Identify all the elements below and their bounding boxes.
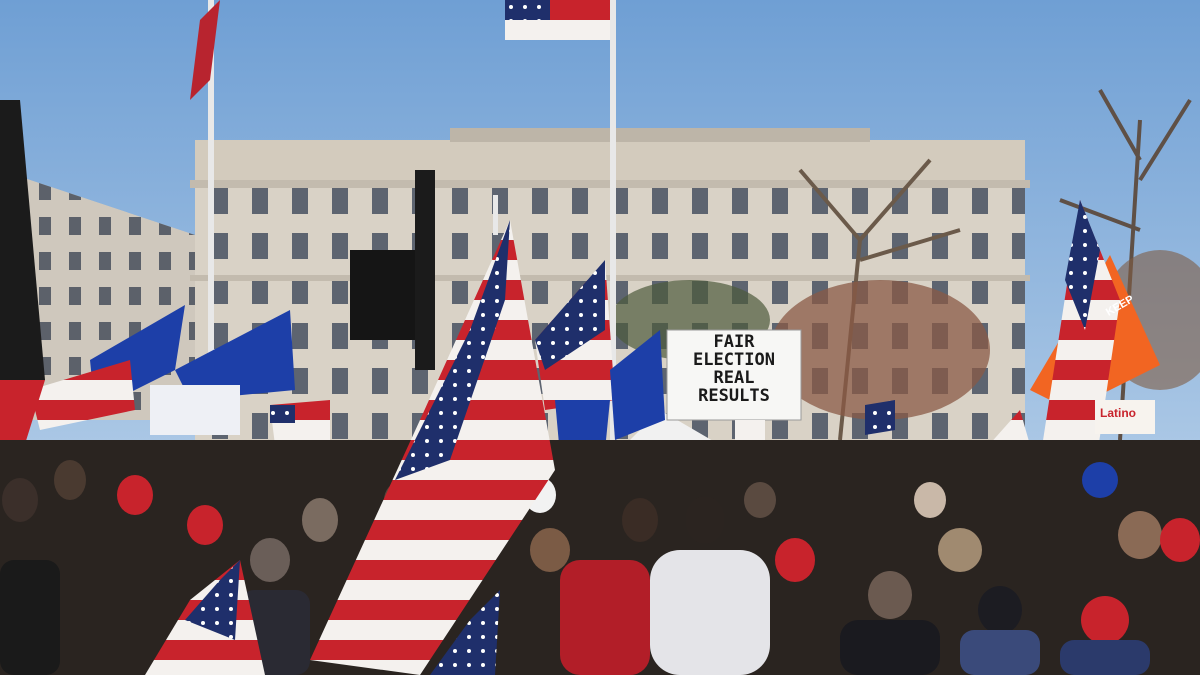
sign-line-3: REAL <box>713 367 755 388</box>
rally-photo: FAIR ELECTION REAL RESULTS Latino KEEP <box>0 0 1200 675</box>
rally-scene-illustration <box>0 0 1200 675</box>
sign-line-2: ELECTION <box>693 349 775 370</box>
sign-line-4: RESULTS <box>698 385 770 406</box>
latino-sign-text: Latino <box>1100 406 1136 420</box>
fair-election-sign-text: FAIR ELECTION REAL RESULTS <box>667 333 801 406</box>
top-flag-center <box>505 0 610 40</box>
